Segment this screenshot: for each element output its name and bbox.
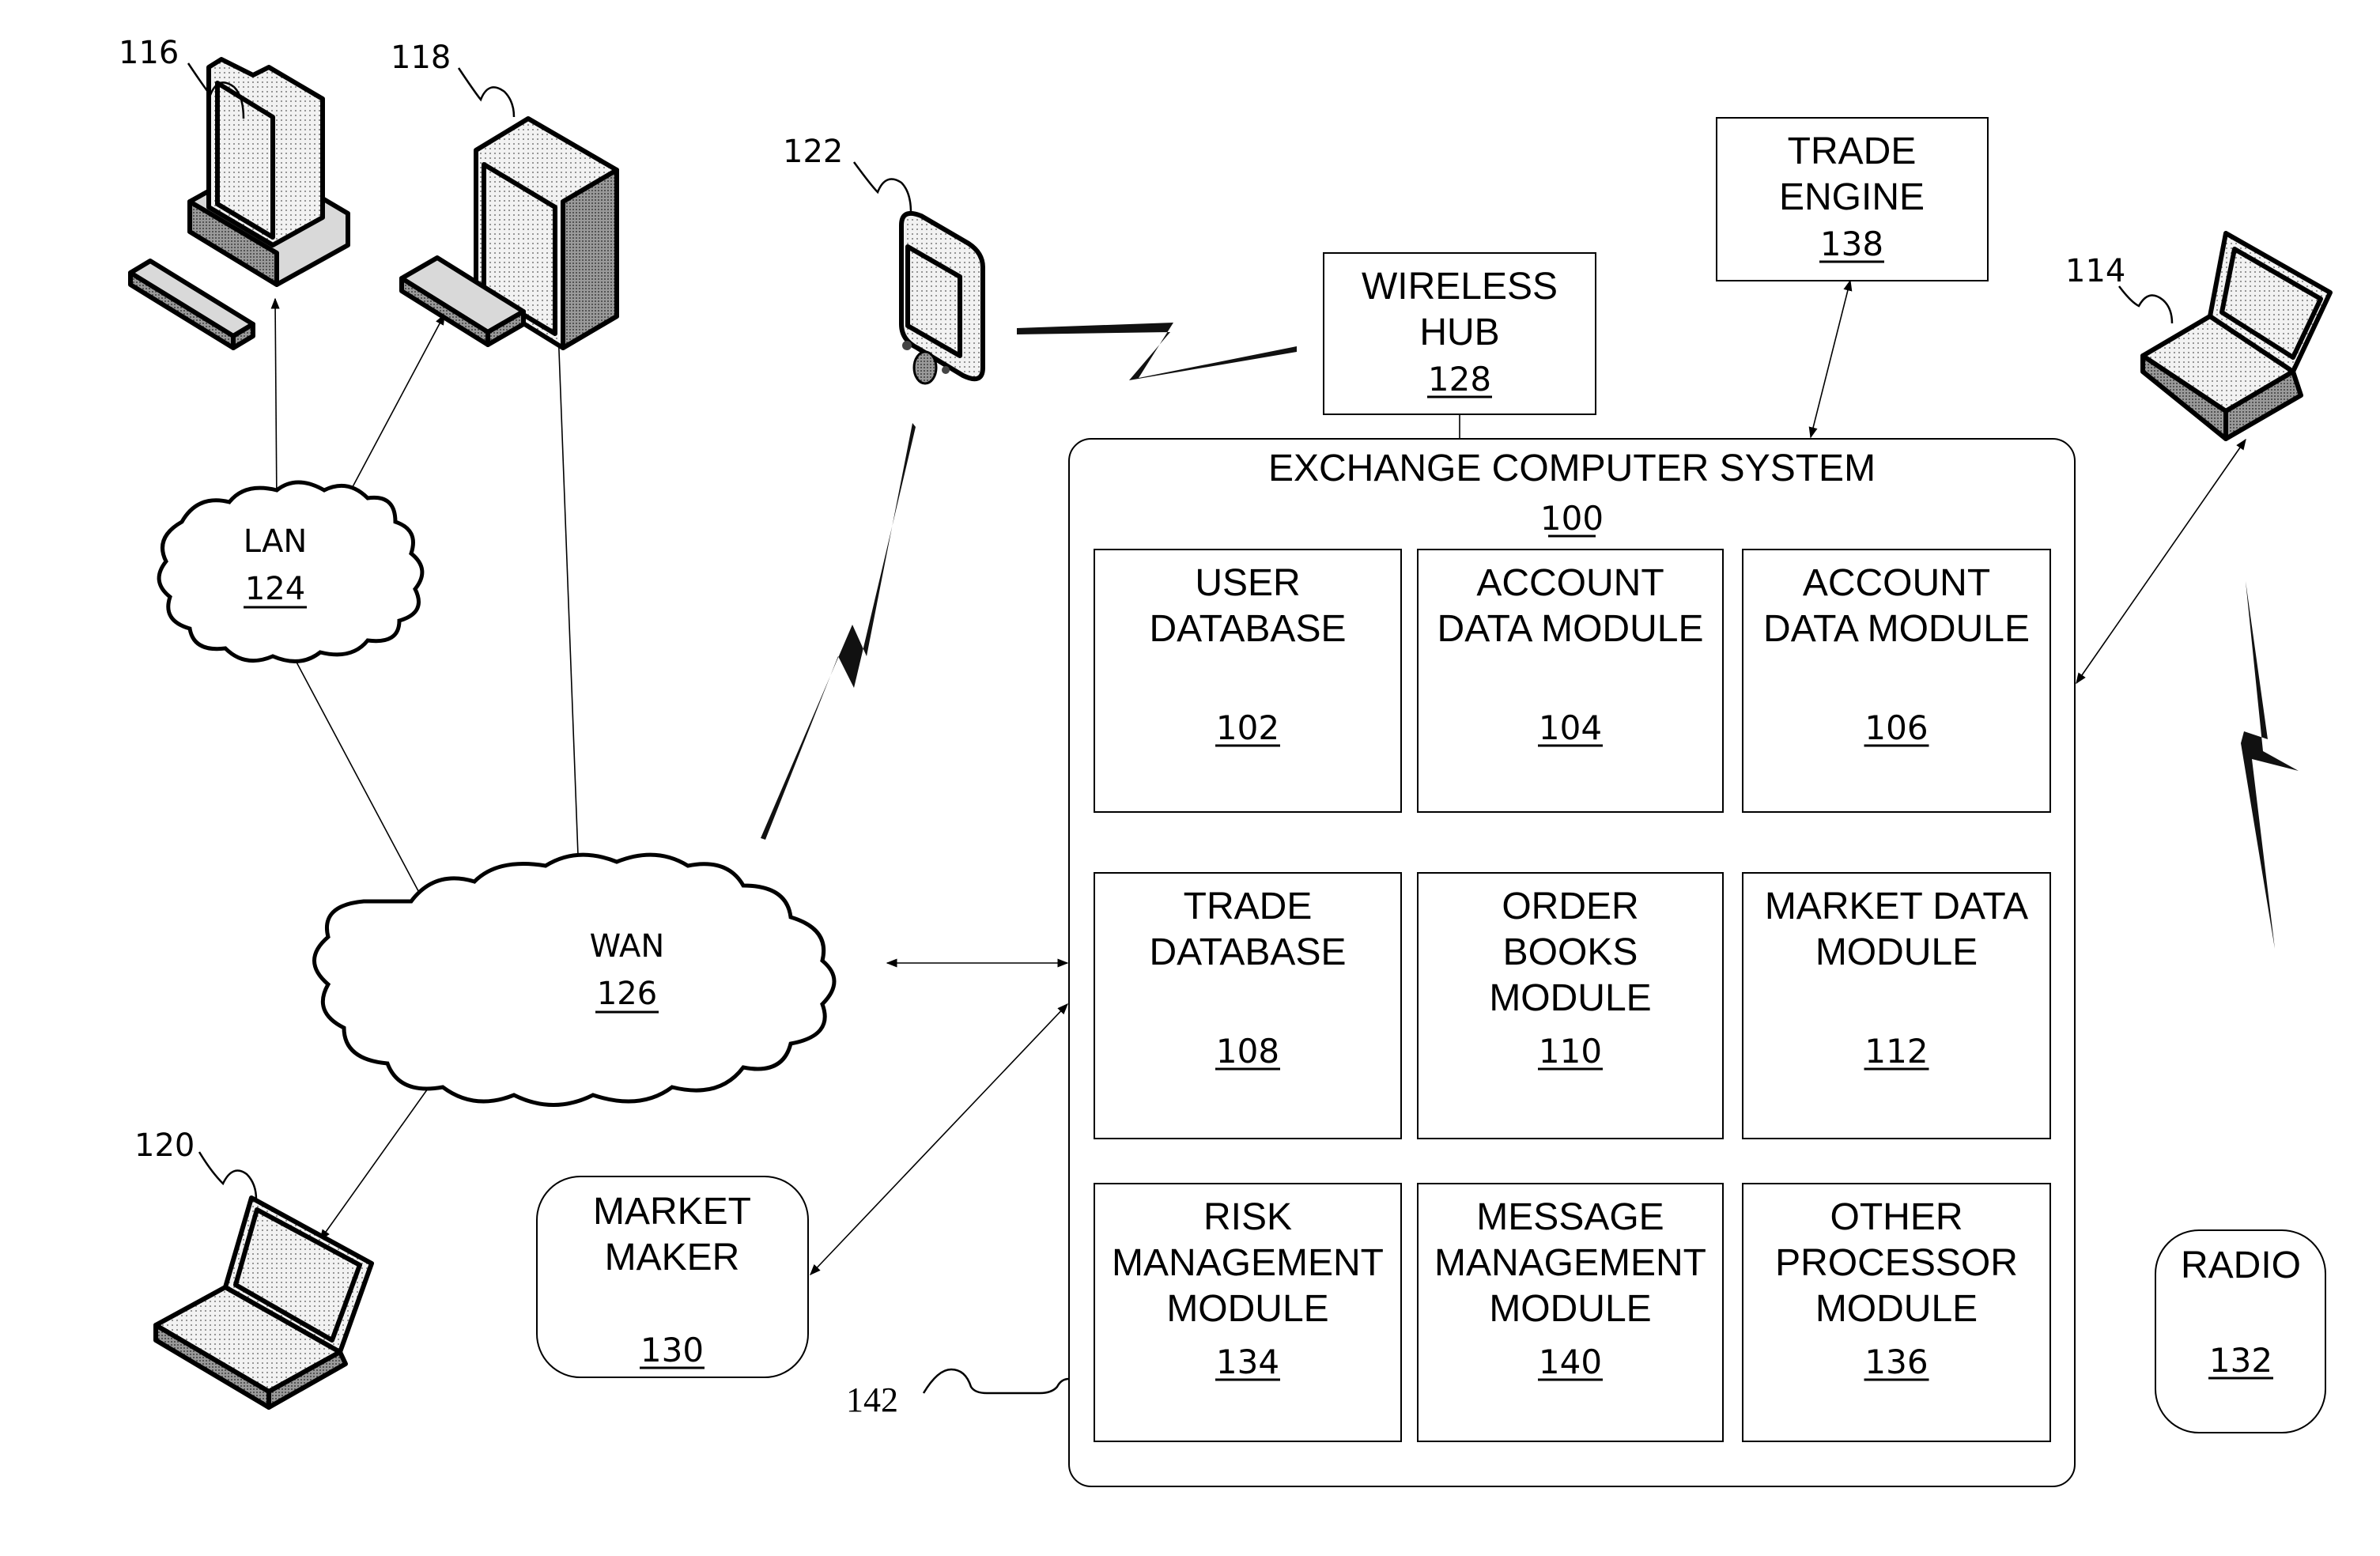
module-label-line: MANAGEMENT [1112, 1242, 1384, 1284]
wireless-bolt-radio [2241, 581, 2299, 949]
module-104[interactable]: ACCOUNTDATA MODULE 104 [1417, 549, 1724, 813]
market-maker-line1: MARKET [593, 1191, 751, 1233]
wireless-hub-line1: WIRELESS [1362, 266, 1558, 308]
laptop-120-icon[interactable] [153, 1195, 374, 1410]
arrow-lan-wan [280, 631, 425, 903]
label-120: 120 [134, 1127, 195, 1164]
module-label-line: USER [1195, 562, 1300, 604]
module-108[interactable]: TRADEDATABASE 108 [1094, 872, 1402, 1139]
module-ref-number: 110 [1539, 1032, 1602, 1071]
module-label-line: ORDER [1502, 886, 1638, 927]
module-112[interactable]: MARKET DATAMODULE 112 [1742, 872, 2051, 1139]
wireless-hub-ref: 128 [1428, 360, 1491, 398]
module-ref-number: 136 [1864, 1343, 1928, 1381]
trade-engine-ref: 138 [1820, 225, 1883, 263]
wan-label: WAN [590, 928, 665, 965]
module-134[interactable]: RISKMANAGEMENTMODULE 134 [1094, 1183, 1402, 1442]
market-maker-ref: 130 [640, 1331, 704, 1369]
wireless-hub-line2: HUB [1419, 312, 1499, 353]
label-118: 118 [391, 40, 451, 76]
desktop-computer-118-icon[interactable] [399, 116, 619, 350]
wireless-hub[interactable]: WIRELESS HUB 128 [1323, 252, 1596, 415]
module-label-line: ACCOUNT [1803, 562, 1990, 604]
exchange-network-diagram: EXCHANGE COMPUTER SYSTEM 100 USERDATABAS… [119, 35, 2333, 1487]
module-label-line: DATA MODULE [1763, 608, 2030, 650]
module-label-line: TRADE [1184, 886, 1313, 927]
trade-engine[interactable]: TRADE ENGINE 138 [1716, 117, 1989, 281]
module-ref-number: 106 [1864, 708, 1928, 747]
radio-ref: 132 [2209, 1341, 2272, 1380]
label-116: 116 [119, 35, 179, 71]
module-ref-number: 102 [1216, 708, 1279, 747]
module-label-line: MESSAGE [1476, 1196, 1664, 1238]
module-label-line: MARKET DATA [1765, 886, 2028, 927]
arrow-118-lan [341, 313, 445, 509]
desktop-computer-116-icon[interactable] [128, 57, 350, 350]
module-label-line: RISK [1203, 1196, 1292, 1238]
wan-cloud[interactable]: WAN 126 [312, 852, 837, 1107]
radio-label: RADIO [2181, 1244, 2301, 1286]
arrow-exchange-tradeengine [1808, 279, 1853, 439]
module-ref-number: 112 [1864, 1032, 1928, 1071]
module-label-line: MANAGEMENT [1434, 1242, 1706, 1284]
exchange-title: EXCHANGE COMPUTER SYSTEM [1268, 448, 1876, 489]
module-label-line: OTHER [1830, 1196, 1963, 1238]
lan-ref: 124 [245, 571, 305, 607]
arrow-116-lan [270, 297, 281, 508]
trade-engine-line2: ENGINE [1779, 176, 1925, 218]
radio[interactable]: RADIO 132 [2155, 1229, 2326, 1433]
wireless-bolt-wan [761, 423, 916, 840]
module-136[interactable]: OTHERPROCESSORMODULE 136 [1742, 1183, 2051, 1442]
laptop-114-icon[interactable] [2140, 231, 2333, 441]
module-label-line: MODULE [1489, 1288, 1651, 1330]
label-114: 114 [2065, 253, 2125, 289]
module-label-line: MODULE [1489, 977, 1651, 1019]
module-label-line: MODULE [1815, 1288, 1978, 1330]
module-106[interactable]: ACCOUNTDATA MODULE 106 [1742, 549, 2051, 813]
module-label-line: ACCOUNT [1476, 562, 1664, 604]
module-grid: USERDATABASE102ACCOUNTDATA MODULE104ACCO… [1094, 549, 2051, 1442]
module-ref-number: 140 [1539, 1343, 1602, 1381]
module-label-line: DATA MODULE [1437, 608, 1704, 650]
arrow-exchange-marketmaker [810, 1003, 1068, 1276]
module-140[interactable]: MESSAGEMANAGEMENTMODULE 140 [1417, 1183, 1724, 1442]
module-110[interactable]: ORDERBOOKSMODULE 110 [1417, 872, 1724, 1139]
lan-cloud[interactable]: LAN 124 [157, 480, 425, 663]
module-label-line: MODULE [1166, 1288, 1328, 1330]
label-122: 122 [783, 134, 843, 170]
wan-ref: 126 [597, 976, 657, 1012]
exchange-ref: 100 [1540, 499, 1604, 538]
module-label-line: BOOKS [1503, 931, 1638, 973]
module-102[interactable]: USERDATABASE 102 [1094, 549, 1402, 813]
module-label-line: DATABASE [1150, 608, 1347, 650]
module-ref-number: 104 [1539, 708, 1602, 747]
arrow-exchange-laptop114 [2076, 438, 2246, 685]
module-label-line: DATABASE [1150, 931, 1347, 973]
module-label-line: PROCESSOR [1775, 1242, 2018, 1284]
trade-engine-line1: TRADE [1788, 130, 1917, 172]
label-142: 142 [846, 1380, 898, 1419]
lan-label: LAN [244, 523, 308, 560]
module-label-line: MODULE [1815, 931, 1978, 973]
market-maker-line2: MAKER [605, 1237, 740, 1278]
module-ref-number: 108 [1216, 1032, 1279, 1071]
market-maker[interactable]: MARKET MAKER 130 [536, 1176, 809, 1378]
wireless-bolt-pda-hub [1017, 323, 1297, 380]
module-ref-number: 134 [1216, 1343, 1279, 1381]
pda-device-122-icon[interactable] [899, 211, 985, 385]
arrow-118-wan [551, 266, 584, 878]
